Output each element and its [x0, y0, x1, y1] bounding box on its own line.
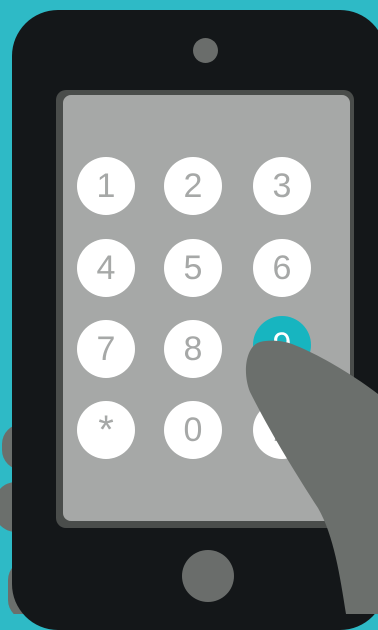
key-1[interactable]: 1 — [77, 157, 135, 215]
home-button[interactable] — [182, 550, 234, 602]
key-0[interactable]: 0 — [164, 401, 222, 459]
phone-dialer-illustration: 1 2 3 4 5 6 7 8 9 * 0 # — [0, 0, 378, 630]
key-5[interactable]: 5 — [164, 239, 222, 297]
key-7[interactable]: 7 — [77, 320, 135, 378]
key-4[interactable]: 4 — [77, 239, 135, 297]
camera-icon — [193, 38, 218, 63]
key-star[interactable]: * — [77, 401, 135, 459]
key-hash[interactable]: # — [253, 401, 311, 459]
key-6[interactable]: 6 — [253, 239, 311, 297]
key-9[interactable]: 9 — [253, 316, 311, 374]
key-2[interactable]: 2 — [164, 157, 222, 215]
key-3[interactable]: 3 — [253, 157, 311, 215]
key-8[interactable]: 8 — [164, 320, 222, 378]
